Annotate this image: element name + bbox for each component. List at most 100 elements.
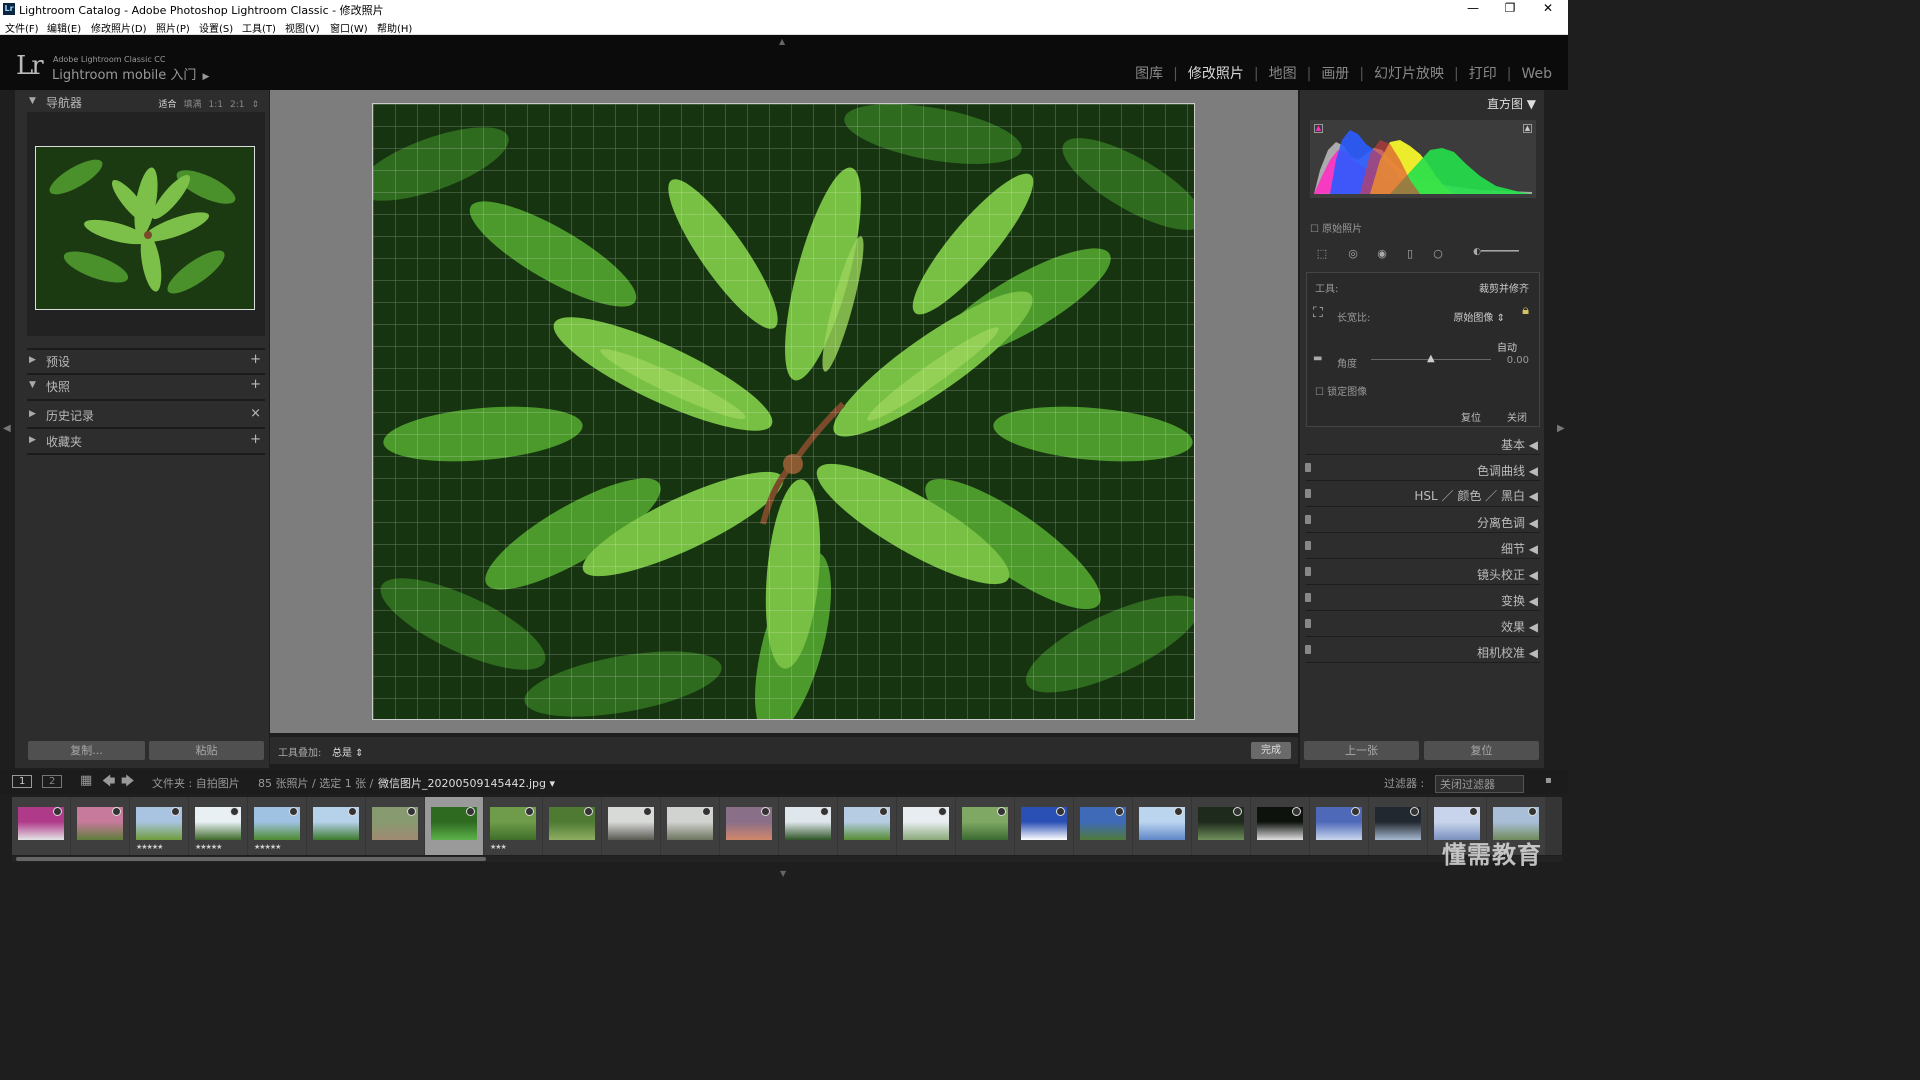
filmstrip-thumbnail[interactable] [71, 797, 129, 855]
collections-header[interactable]: ▶ 收藏夹 + [27, 431, 265, 451]
toggle-icon[interactable] [1305, 489, 1311, 498]
filmstrip-thumbnail[interactable] [543, 797, 601, 855]
filmstrip-thumbnail[interactable]: ★★★ [484, 797, 542, 855]
toggle-icon[interactable] [1305, 645, 1311, 654]
toggle-icon[interactable] [1305, 541, 1311, 550]
tool-overlay-select[interactable]: 总是 ⇕ [332, 744, 364, 759]
filmstrip-scrollbar[interactable] [12, 856, 1562, 862]
highlight-clipping-icon[interactable]: ▲ [1523, 124, 1532, 133]
section-transform[interactable]: 变换 ◀ [1501, 592, 1538, 609]
graduated-filter-icon[interactable]: ▯ [1400, 247, 1420, 265]
add-collection-icon[interactable]: + [250, 432, 261, 447]
module-library[interactable]: 图库 [1133, 66, 1165, 82]
menu-tools[interactable]: 工具(T) [242, 20, 276, 35]
filmstrip-thumbnail[interactable] [1369, 797, 1427, 855]
navigator-thumbnail[interactable] [35, 146, 255, 310]
filmstrip-thumbnail[interactable]: ★★★★★ [248, 797, 306, 855]
filmstrip-thumbnail[interactable] [366, 797, 424, 855]
toggle-icon[interactable] [1305, 463, 1311, 472]
section-effects[interactable]: 效果 ◀ [1501, 618, 1538, 635]
maximize-button[interactable]: ❐ [1492, 0, 1528, 18]
zoom-1-1[interactable]: 1:1 [208, 100, 222, 110]
filmstrip-thumbnail[interactable] [1192, 797, 1250, 855]
section-detail[interactable]: 细节 ◀ [1501, 540, 1538, 557]
crop-overlay-icon[interactable]: ⬚ [1312, 247, 1332, 265]
done-button[interactable]: 完成 [1251, 742, 1291, 759]
zoom-fill[interactable]: 填满 [183, 100, 201, 110]
histogram-header[interactable]: 直方图 ▼ [1487, 95, 1536, 112]
filmstrip-thumbnail[interactable] [1251, 797, 1309, 855]
filmstrip-thumbnail[interactable] [425, 797, 483, 855]
crop-frame-icon[interactable]: ⛶ [1313, 305, 1323, 321]
filmstrip-thumbnail[interactable] [602, 797, 660, 855]
filmstrip-thumbnail[interactable] [1133, 797, 1191, 855]
folder-path[interactable]: 文件夹 : 自拍图片 [152, 775, 240, 791]
module-develop[interactable]: 修改照片 [1186, 66, 1246, 82]
menu-help[interactable]: 帮助(H) [377, 20, 412, 35]
section-tone-curve[interactable]: 色调曲线 ◀ [1477, 462, 1538, 479]
zoom-fit[interactable]: 适合 [158, 100, 176, 110]
menu-window[interactable]: 窗口(W) [330, 20, 368, 35]
section-basic[interactable]: 基本 ◀ [1501, 436, 1538, 453]
toggle-icon[interactable] [1305, 619, 1311, 628]
toggle-icon[interactable] [1305, 567, 1311, 576]
zoom-menu-icon[interactable]: ⇕ [251, 100, 259, 110]
section-lens-correction[interactable]: 镜头校正 ◀ [1477, 566, 1538, 583]
presets-header[interactable]: ▶ 预设 + [27, 351, 265, 371]
second-window-button[interactable]: 2 [42, 775, 63, 788]
filmstrip-thumbnail[interactable] [838, 797, 896, 855]
menu-view[interactable]: 视图(V) [285, 20, 320, 35]
lock-icon[interactable]: 🔒︎ [1522, 303, 1529, 318]
forward-arrow-icon[interactable]: 🡆 [121, 772, 134, 794]
menu-file[interactable]: 文件(F) [5, 20, 39, 35]
menu-develop[interactable]: 修改照片(D) [91, 20, 147, 35]
module-slideshow[interactable]: 幻灯片放映 [1372, 66, 1446, 82]
toggle-icon[interactable] [1305, 593, 1311, 602]
filmstrip-thumbnail[interactable] [307, 797, 365, 855]
filmstrip-thumbnail[interactable] [12, 797, 70, 855]
angle-value[interactable]: 0.00 [1507, 355, 1529, 366]
spot-removal-icon[interactable]: ◎ [1342, 247, 1364, 265]
menu-settings[interactable]: 设置(S) [199, 20, 233, 35]
navigator-header[interactable]: ▼ 导航器 适合 填满 1:1 2:1 ⇕ [27, 92, 265, 112]
filmstrip-thumbnail[interactable] [1015, 797, 1073, 855]
add-preset-icon[interactable]: + [250, 352, 261, 367]
filmstrip-thumbnail[interactable] [779, 797, 837, 855]
original-photo-checkbox[interactable]: ☐ 原始照片 [1310, 220, 1362, 235]
lightroom-mobile-link[interactable]: Lightroom mobile 入门 ▶ [52, 64, 209, 83]
menu-photo[interactable]: 照片(P) [156, 20, 190, 35]
auto-straighten-button[interactable]: 自动 [1497, 339, 1517, 354]
close-button[interactable]: ✕ [1530, 0, 1566, 18]
main-photo-preview[interactable] [372, 103, 1195, 720]
add-snapshot-icon[interactable]: + [250, 377, 261, 392]
zoom-2-1[interactable]: 2:1 [230, 100, 244, 110]
shadow-clipping-icon[interactable]: ▲ [1314, 124, 1323, 133]
filter-select[interactable]: 关闭过滤器 [1435, 775, 1524, 793]
back-arrow-icon[interactable]: 🡄 [102, 772, 115, 794]
main-window-button[interactable]: 1 [12, 775, 33, 788]
aspect-select[interactable]: 原始图像 ⇕ [1453, 309, 1505, 324]
crop-reset-button[interactable]: 复位 [1461, 409, 1481, 424]
filter-lock-icon[interactable]: ▪ [1545, 775, 1552, 786]
adjustment-brush-icon[interactable]: ◐━━━━━━━ [1460, 247, 1532, 265]
paste-settings-button[interactable]: 粘贴 [149, 741, 264, 760]
filmstrip-thumbnail[interactable] [1310, 797, 1368, 855]
right-panel-toggle-icon[interactable]: ▶ [1557, 423, 1565, 434]
top-panel-toggle-icon[interactable]: ▲ [779, 37, 785, 46]
straighten-tool-icon[interactable]: ▬ [1313, 353, 1322, 364]
reset-all-button[interactable]: 复位 [1424, 741, 1539, 760]
menu-edit[interactable]: 编辑(E) [47, 20, 81, 35]
module-book[interactable]: 画册 [1319, 66, 1351, 82]
snapshots-header[interactable]: ▼ 快照 + [27, 376, 265, 396]
angle-slider-thumb[interactable]: ▲ [1427, 353, 1435, 364]
filmstrip-thumbnail[interactable] [661, 797, 719, 855]
copy-settings-button[interactable]: 复制... [28, 741, 145, 760]
module-web[interactable]: Web [1519, 66, 1554, 82]
filmstrip-scroll-thumb[interactable] [16, 857, 486, 861]
history-header[interactable]: ▶ 历史记录 × [27, 405, 265, 425]
filmstrip-thumbnail[interactable]: ★★★★★ [189, 797, 247, 855]
radial-filter-icon[interactable]: ○ [1427, 247, 1449, 265]
section-split-toning[interactable]: 分离色调 ◀ [1477, 514, 1538, 531]
section-hsl[interactable]: HSL ／ 颜色 ／ 黑白 ◀ [1414, 487, 1538, 504]
grid-view-icon[interactable]: ▦ [80, 773, 92, 788]
